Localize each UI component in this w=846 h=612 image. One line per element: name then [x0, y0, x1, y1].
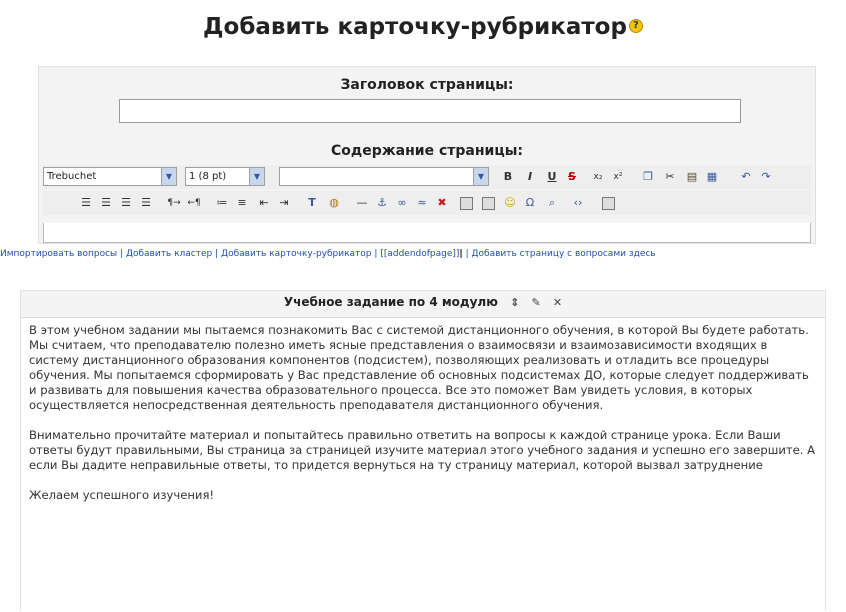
- lesson-page-header: Учебное задание по 4 модулю ⇕ ✎ ✕: [21, 295, 825, 309]
- text-color-icon[interactable]: T: [303, 194, 321, 212]
- link-separator: |: [120, 249, 124, 259]
- rtl-icon[interactable]: ←¶: [185, 194, 203, 212]
- lesson-paragraph: В этом учебном задании мы пытаемся позна…: [29, 323, 809, 412]
- indent-icon[interactable]: ⇥: [275, 194, 293, 212]
- smiley-icon[interactable]: ☺: [501, 194, 519, 212]
- unlink-icon[interactable]: ≈: [413, 194, 431, 212]
- help-icon[interactable]: ?: [628, 18, 643, 33]
- page-title-text: Добавить карточку-рубрикатор: [203, 14, 627, 40]
- font-family-value: Trebuchet: [47, 171, 97, 182]
- html-source-icon[interactable]: ‹›: [569, 194, 587, 212]
- add-branch-table-link[interactable]: Добавить карточку-рубрикатор: [221, 249, 371, 259]
- paste-icon[interactable]: ▤: [683, 168, 701, 186]
- move-icon[interactable]: ⇕: [510, 296, 519, 309]
- redo-icon[interactable]: ↷: [757, 168, 775, 186]
- bg-color-icon[interactable]: ◍: [325, 194, 343, 212]
- unlink-all-icon[interactable]: ✖: [433, 194, 451, 212]
- lesson-page-card: Учебное задание по 4 модулю ⇕ ✎ ✕ В этом…: [20, 290, 826, 612]
- link-separator: |: [215, 249, 219, 259]
- table-icon[interactable]: [479, 194, 497, 212]
- lesson-paragraph: Внимательно прочитайте материал и попыта…: [29, 428, 816, 472]
- anchor-icon[interactable]: ⚓: [373, 194, 391, 212]
- cut-icon[interactable]: ✂: [661, 168, 679, 186]
- subscript-button[interactable]: x₂: [589, 168, 607, 186]
- ltr-icon[interactable]: ¶→: [165, 194, 183, 212]
- link-icon[interactable]: ∞: [393, 194, 411, 212]
- delete-icon[interactable]: ✕: [553, 296, 562, 309]
- align-justify-icon[interactable]: ☰: [137, 194, 155, 212]
- search-icon[interactable]: ⌕: [543, 194, 561, 212]
- edit-icon[interactable]: ✎: [531, 296, 540, 309]
- align-right-icon[interactable]: ☰: [117, 194, 135, 212]
- format-select[interactable]: ▼: [279, 167, 489, 186]
- undo-icon[interactable]: ↶: [737, 168, 755, 186]
- lesson-page-title: Учебное задание по 4 модулю: [283, 295, 498, 309]
- superscript-button[interactable]: x²: [609, 168, 627, 186]
- chevron-down-icon: ▼: [473, 168, 488, 185]
- content-editor[interactable]: [43, 223, 811, 243]
- italic-button[interactable]: I: [521, 168, 539, 186]
- link-separator: |: [374, 249, 378, 259]
- lesson-page-content: В этом учебном задании мы пытаемся позна…: [21, 317, 825, 612]
- page-title: Добавить карточку-рубрикатор?: [0, 14, 846, 40]
- link-separator: |: [459, 249, 463, 259]
- font-family-select[interactable]: Trebuchet ▼: [43, 167, 177, 186]
- bold-button[interactable]: B: [499, 168, 517, 186]
- font-size-value: 1 (8 pt): [189, 171, 227, 182]
- horizontal-rule-icon[interactable]: —: [353, 194, 371, 212]
- chevron-down-icon: ▼: [161, 168, 176, 185]
- image-icon[interactable]: [457, 194, 475, 212]
- editor-toolbar-row1: Trebuchet ▼ 1 (8 pt) ▼ ▼ B I U S x₂ x² ❐…: [43, 165, 811, 189]
- add-question-page-link[interactable]: Добавить страницу с вопросами здесь: [472, 249, 656, 259]
- align-left-icon[interactable]: ☰: [77, 194, 95, 212]
- outdent-icon[interactable]: ⇤: [255, 194, 273, 212]
- add-end-of-page-link[interactable]: [[addendofpage]]: [380, 249, 459, 259]
- chevron-down-icon: ▼: [249, 168, 264, 185]
- copy-icon[interactable]: ❐: [639, 168, 657, 186]
- special-char-icon[interactable]: Ω: [521, 194, 539, 212]
- content-label: Содержание страницы:: [331, 143, 523, 159]
- underline-button[interactable]: U: [543, 168, 561, 186]
- lesson-paragraph: Желаем успешного изучения!: [29, 488, 215, 502]
- editor-toolbar-row2: ☰ ☰ ☰ ☰ ¶→ ←¶ ≔ ≡ ⇤ ⇥ T ◍ — ⚓ ∞ ≈ ✖ ☺ Ω …: [43, 191, 811, 215]
- page-form: Заголовок страницы: Содержание страницы:…: [38, 66, 816, 244]
- add-cluster-link[interactable]: Добавить кластер: [126, 249, 212, 259]
- font-size-select[interactable]: 1 (8 pt) ▼: [185, 167, 265, 186]
- paste-word-icon[interactable]: ▦: [703, 168, 721, 186]
- title-label: Заголовок страницы:: [340, 77, 514, 93]
- ordered-list-icon[interactable]: ≔: [213, 194, 231, 212]
- align-center-icon[interactable]: ☰: [97, 194, 115, 212]
- link-separator: |: [465, 249, 469, 259]
- action-links: Импортировать вопросы | Добавить кластер…: [0, 248, 846, 260]
- fullscreen-icon[interactable]: [599, 194, 617, 212]
- strikethrough-button[interactable]: S: [563, 168, 581, 186]
- import-questions-link[interactable]: Импортировать вопросы: [0, 249, 117, 259]
- page-title-input[interactable]: [119, 99, 741, 123]
- unordered-list-icon[interactable]: ≡: [233, 194, 251, 212]
